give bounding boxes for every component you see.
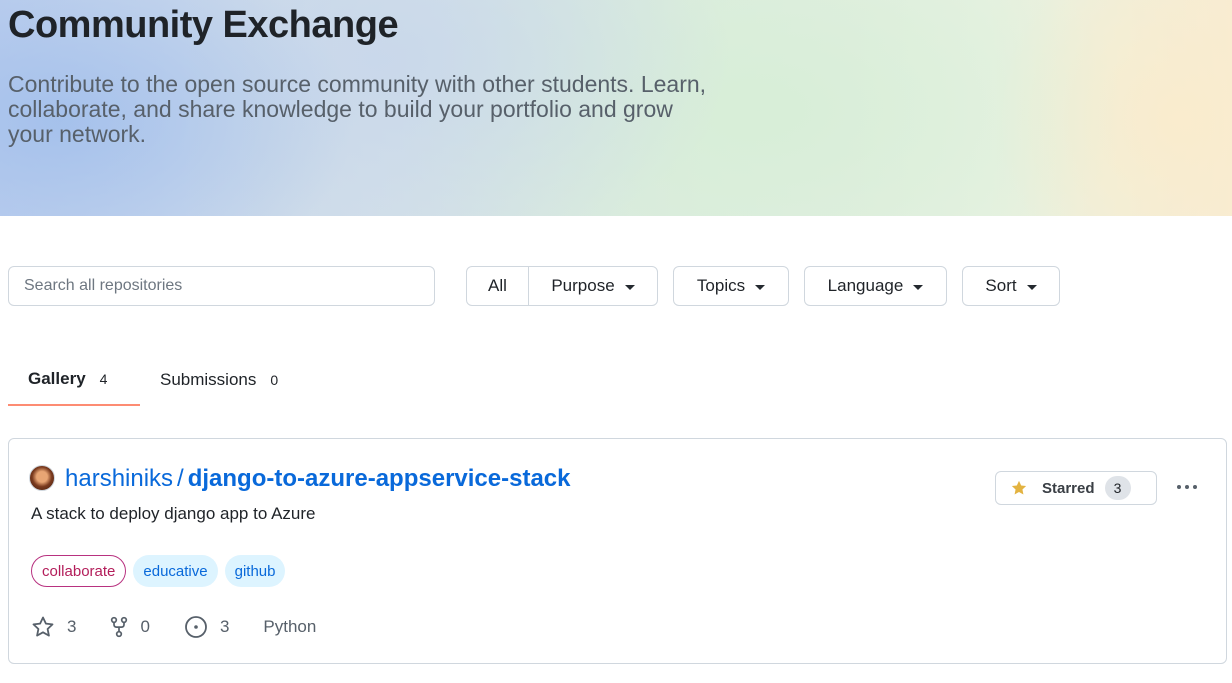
- star-icon: [32, 616, 54, 637]
- repo-separator: /: [177, 465, 184, 492]
- topic-tag[interactable]: github: [224, 555, 286, 587]
- filter-language-button[interactable]: Language: [804, 266, 947, 306]
- tab-submissions-label: Submissions: [160, 370, 257, 389]
- filter-purpose-button[interactable]: Purpose: [528, 266, 658, 306]
- starred-button[interactable]: Starred 3: [995, 471, 1157, 505]
- tab-gallery-count: 4: [99, 371, 108, 387]
- topic-tag[interactable]: collaborate: [31, 555, 127, 587]
- stars-count: 3: [67, 617, 77, 636]
- tab-submissions-count: 0: [270, 372, 279, 388]
- forks-stat[interactable]: 0: [110, 616, 150, 638]
- filter-purpose-label: Purpose: [551, 276, 615, 295]
- page-title: Community Exchange: [8, 4, 399, 46]
- star-icon: [1011, 480, 1027, 495]
- filter-topics-label: Topics: [696, 276, 746, 295]
- repo-stats: 3 0 3 Python: [31, 615, 316, 639]
- issues-stat[interactable]: 3: [184, 615, 229, 639]
- caret-down-icon: [755, 284, 766, 290]
- filter-sort-label: Sort: [985, 276, 1017, 295]
- avatar[interactable]: [29, 465, 55, 491]
- search-input[interactable]: [8, 266, 435, 306]
- stars-stat[interactable]: 3: [31, 615, 76, 639]
- tab-gallery[interactable]: Gallery 4: [8, 354, 140, 406]
- repo-language: Python: [263, 617, 317, 636]
- filter-all-label: All: [488, 276, 507, 295]
- repo-owner-link[interactable]: harshiniks: [65, 465, 173, 492]
- issues-count: 3: [219, 617, 230, 636]
- issue-icon: [185, 616, 207, 638]
- hero-banner: Community Exchange Contribute to the ope…: [0, 0, 1232, 216]
- filter-language-label: Language: [827, 276, 904, 295]
- filter-topics-button[interactable]: Topics: [673, 266, 789, 306]
- caret-down-icon: [624, 284, 635, 290]
- starred-label: Starred: [1042, 479, 1095, 497]
- repo-card: harshiniks / django-to-azure-appservice-st…: [8, 438, 1227, 664]
- fork-icon: [111, 616, 128, 638]
- tab-submissions[interactable]: Submissions 0: [160, 354, 278, 406]
- repo-name-link[interactable]: django-to-azure-appservice-stack: [188, 465, 571, 492]
- repo-title: harshiniks / django-to-azure-appservice-st…: [65, 465, 571, 493]
- tab-gallery-label: Gallery: [28, 369, 86, 388]
- topic-list: collaborate educative github: [31, 555, 286, 587]
- repo-description: A stack to deploy django app to Azure: [31, 504, 316, 523]
- page-description: Contribute to the open source community …: [8, 71, 707, 147]
- topic-tag[interactable]: educative: [133, 555, 218, 587]
- forks-count: 0: [140, 617, 150, 636]
- filter-sort-button[interactable]: Sort: [962, 266, 1060, 306]
- kebab-icon[interactable]: [1173, 477, 1201, 497]
- filter-all-button[interactable]: All: [466, 266, 529, 306]
- caret-down-icon: [913, 284, 924, 290]
- starred-count: 3: [1104, 476, 1131, 500]
- caret-down-icon: [1026, 284, 1037, 290]
